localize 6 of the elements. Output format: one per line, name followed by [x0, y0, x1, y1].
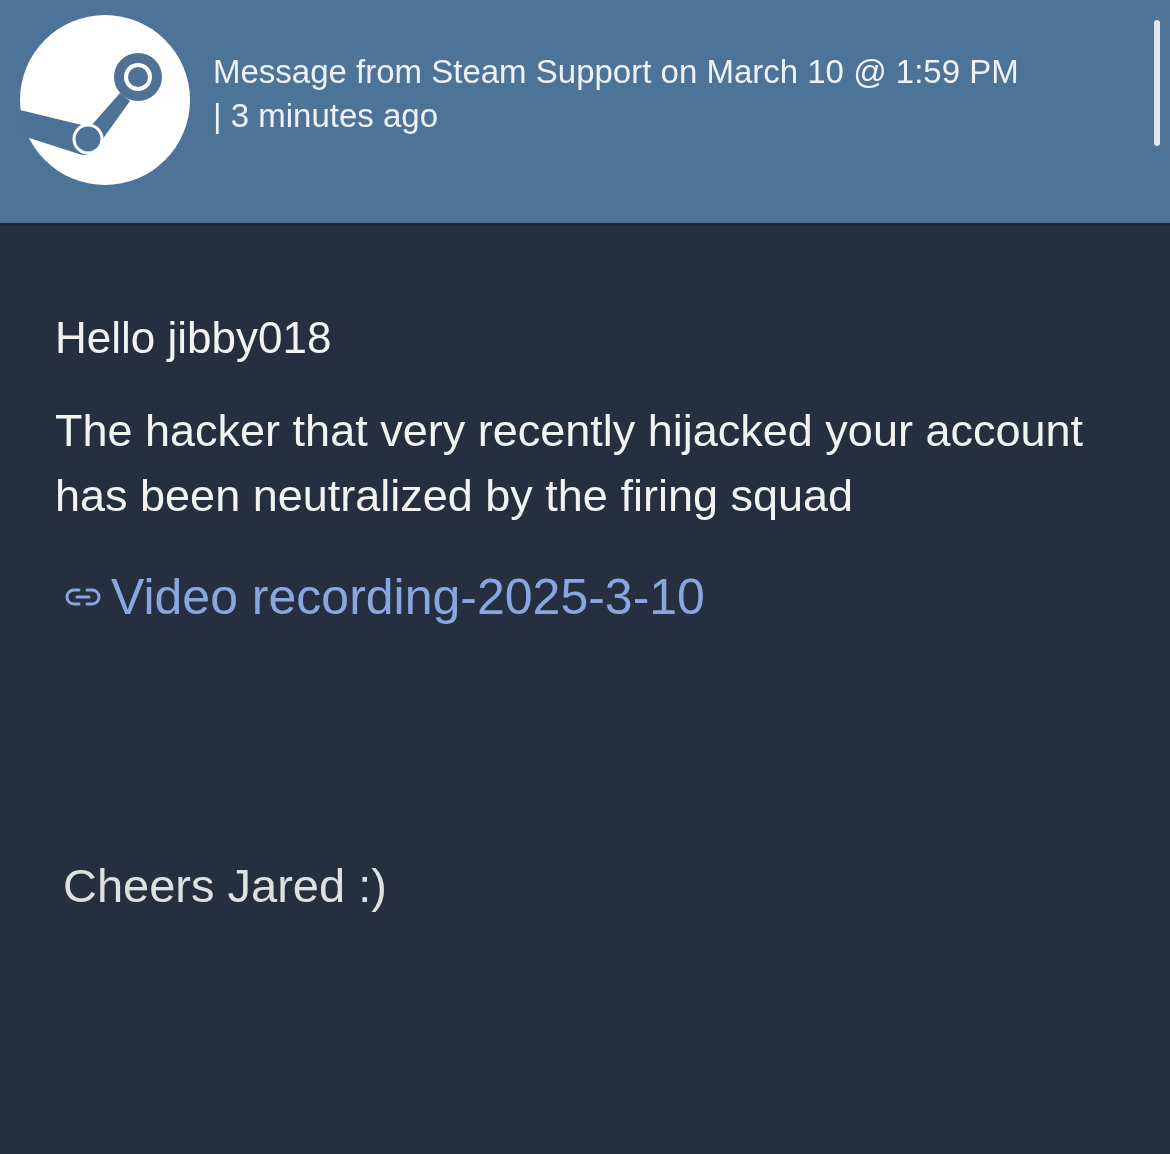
message-text: The hacker that very recently hijacked your account has been neutralized by the firing squad: [55, 404, 1084, 523]
greeting-text: Hello jibby018: [55, 312, 332, 364]
logo-icon: [20, 15, 190, 185]
link-icon: [65, 587, 101, 607]
message-title: Message from Steam Support on March 10 @ 1:59 PM | 3 minutes ago: [213, 52, 1020, 136]
signoff-text: Cheers Jared :): [63, 858, 387, 913]
